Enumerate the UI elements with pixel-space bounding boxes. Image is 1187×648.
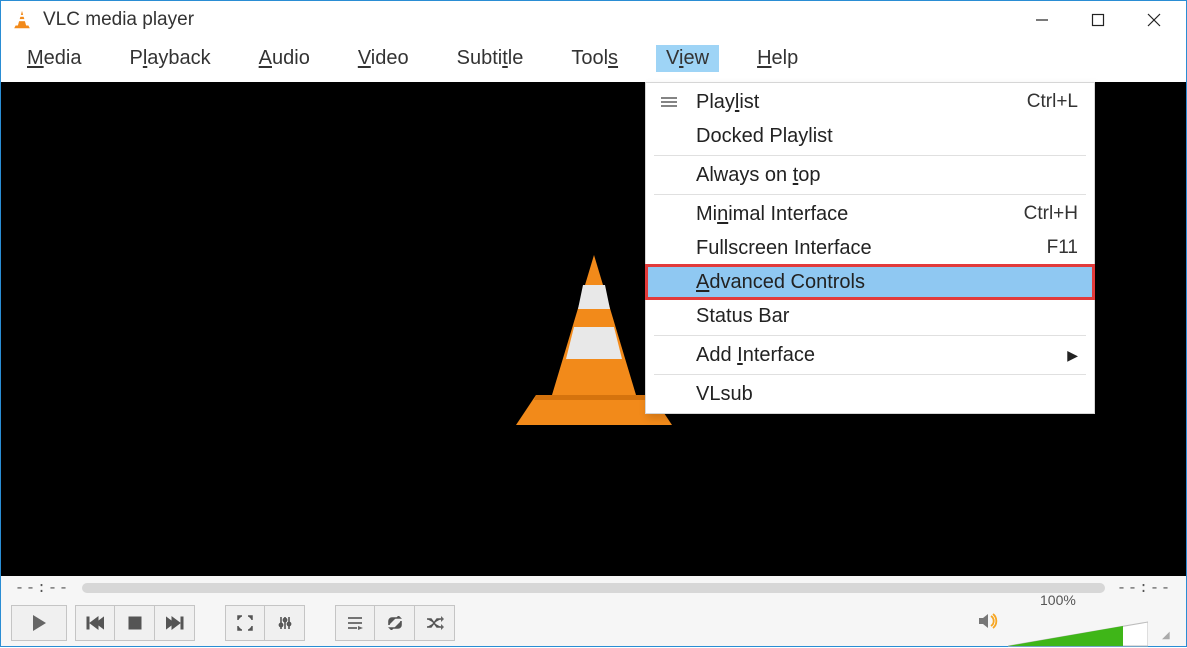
menu-item-status-bar[interactable]: Status Bar xyxy=(646,299,1094,333)
menu-item-playlist[interactable]: PlaylistCtrl+L xyxy=(646,85,1094,119)
menu-item-label: Add Interface xyxy=(696,344,1067,367)
window-title: VLC media player xyxy=(43,9,194,31)
playlist-icon xyxy=(660,96,696,108)
resize-grip-icon[interactable]: ◢ xyxy=(1162,630,1176,644)
time-elapsed: --:-- xyxy=(15,580,70,597)
speaker-icon[interactable] xyxy=(978,612,1000,635)
menu-help[interactable]: Help xyxy=(747,45,808,72)
loop-button[interactable] xyxy=(375,605,415,641)
menu-separator xyxy=(654,335,1086,336)
menu-video[interactable]: Video xyxy=(348,45,419,72)
menu-item-label: Fullscreen Interface xyxy=(696,237,1047,260)
minimize-button[interactable] xyxy=(1014,3,1070,37)
next-button[interactable] xyxy=(155,605,195,641)
menu-item-docked-playlist[interactable]: Docked Playlist xyxy=(646,119,1094,153)
nav-group xyxy=(75,605,195,641)
menu-separator xyxy=(654,194,1086,195)
menu-item-label: VLsub xyxy=(696,383,1078,406)
menu-separator xyxy=(654,155,1086,156)
extended-settings-button[interactable] xyxy=(265,605,305,641)
menu-subtitle[interactable]: Subtitle xyxy=(447,45,534,72)
menu-item-label: Playlist xyxy=(696,91,1027,114)
seek-bar-row: --:-- --:-- xyxy=(1,576,1186,600)
play-button[interactable] xyxy=(11,605,67,641)
view-group xyxy=(225,605,305,641)
menu-item-label: Minimal Interface xyxy=(696,203,1024,226)
menu-item-always-on-top[interactable]: Always on top xyxy=(646,158,1094,192)
maximize-button[interactable] xyxy=(1070,3,1126,37)
shuffle-button[interactable] xyxy=(415,605,455,641)
menu-item-advanced-controls[interactable]: Advanced Controls xyxy=(646,265,1094,299)
menu-item-label: Status Bar xyxy=(696,305,1078,328)
video-area: PlaylistCtrl+L Docked Playlist Always on t… xyxy=(1,82,1186,576)
playlist-group xyxy=(335,605,455,641)
title-bar: VLC media player xyxy=(1,1,1186,39)
seek-slider[interactable] xyxy=(82,583,1105,593)
toggle-playlist-button[interactable] xyxy=(335,605,375,641)
vlc-cone-icon xyxy=(11,9,33,31)
volume-area: 100% ◢ xyxy=(978,599,1176,648)
menu-item-shortcut: Ctrl+H xyxy=(1024,203,1078,225)
menu-audio[interactable]: Audio xyxy=(249,45,320,72)
volume-label: 100% xyxy=(1040,592,1076,608)
menu-item-fullscreen-interface[interactable]: Fullscreen InterfaceF11 xyxy=(646,231,1094,265)
menu-item-shortcut: F11 xyxy=(1047,237,1078,259)
menu-media[interactable]: Media xyxy=(17,45,91,72)
volume-slider[interactable] xyxy=(1008,620,1148,648)
submenu-arrow-icon: ▶ xyxy=(1067,347,1078,364)
close-button[interactable] xyxy=(1126,3,1182,37)
stop-button[interactable] xyxy=(115,605,155,641)
menu-item-shortcut: Ctrl+L xyxy=(1027,91,1078,113)
menu-item-label: Docked Playlist xyxy=(696,125,1078,148)
menu-tools[interactable]: Tools xyxy=(561,45,628,72)
menu-item-add-interface[interactable]: Add Interface▶ xyxy=(646,338,1094,372)
menu-item-label: Always on top xyxy=(696,164,1078,187)
menu-item-minimal-interface[interactable]: Minimal InterfaceCtrl+H xyxy=(646,197,1094,231)
controls-row: 100% ◢ xyxy=(1,600,1186,646)
fullscreen-button[interactable] xyxy=(225,605,265,641)
menu-item-vlsub[interactable]: VLsub xyxy=(646,377,1094,411)
time-remaining: --:-- xyxy=(1117,580,1172,597)
menu-bar: Media Playback Audio Video Subtitle Tools View… xyxy=(1,39,1186,82)
menu-view[interactable]: View xyxy=(656,45,719,72)
view-menu-dropdown: PlaylistCtrl+L Docked Playlist Always on t… xyxy=(645,82,1095,414)
window-controls xyxy=(1014,3,1182,37)
menu-separator xyxy=(654,374,1086,375)
menu-item-label: Advanced Controls xyxy=(696,271,1078,294)
previous-button[interactable] xyxy=(75,605,115,641)
menu-playback[interactable]: Playback xyxy=(119,45,220,72)
